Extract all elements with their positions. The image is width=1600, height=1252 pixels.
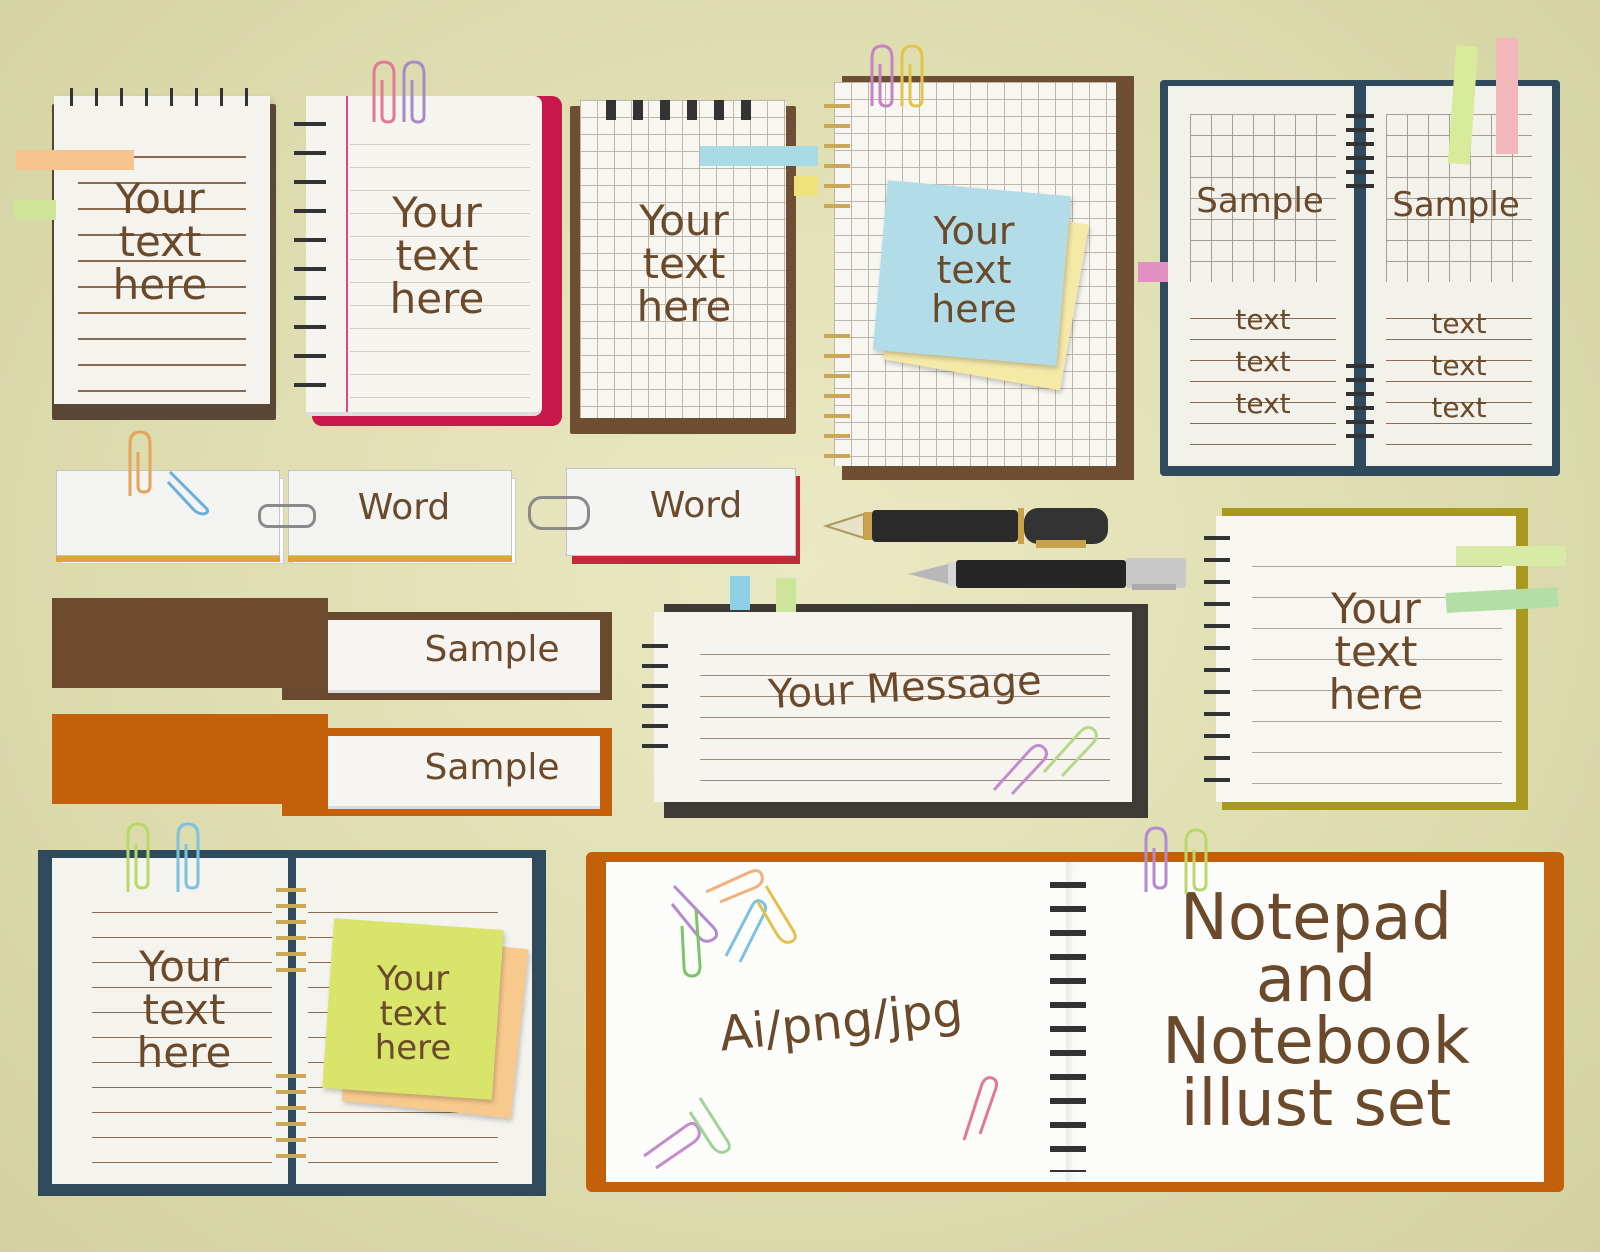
line-text: text: [1431, 391, 1487, 424]
word-label: Word: [649, 485, 743, 526]
index-tab-brown: Sample: [52, 598, 612, 702]
sticky-tab-icon: [700, 146, 818, 166]
index-tab-orange: Sample: [52, 714, 612, 818]
paperclip-icon: [870, 44, 924, 108]
paperclip-icon: [372, 60, 426, 124]
spiral-ring-icon: [70, 88, 260, 106]
sticky-tab-icon: [14, 200, 56, 220]
open-navy-notebook: Your text here Your text here: [38, 850, 546, 1196]
spiral-ring-icon: [1050, 876, 1086, 1172]
fountain-pen-icon: [822, 508, 1108, 548]
line-text: text: [1431, 349, 1487, 382]
sticky-tab-icon: [1496, 38, 1518, 154]
red-side-spiral-notepad: Your text here: [294, 96, 562, 426]
note-text: Your text here: [931, 209, 1017, 331]
sticky-tab-icon: [1456, 546, 1566, 566]
paperclip-icon: [1144, 826, 1208, 894]
tab-label: Sample: [424, 747, 560, 788]
line-text: text: [1235, 303, 1291, 336]
spiral-ring-icon: [824, 330, 850, 460]
sticky-tab-icon: [794, 176, 818, 196]
paperclip-icon: [643, 1097, 731, 1170]
paperclip-icon: [670, 869, 797, 978]
word-card: Word: [566, 468, 802, 564]
line-text: text: [1235, 345, 1291, 378]
title-line: Notebook: [1162, 1005, 1470, 1079]
paperclip-icon: [962, 1076, 998, 1141]
paperclip-icon: [128, 430, 210, 516]
sticky-tab-icon: [16, 150, 134, 170]
spiral-ring-icon: [642, 640, 668, 760]
tab-label: Sample: [424, 629, 560, 670]
spiral-ring-icon: [606, 100, 766, 120]
sticky-tab-icon: [1138, 262, 1168, 282]
spiral-ring-icon: [276, 1070, 306, 1166]
line-text: text: [1431, 307, 1487, 340]
paperclip-icon: [126, 822, 200, 892]
spiral-ring-icon: [528, 496, 590, 530]
page-title: Sample: [1196, 181, 1324, 221]
sticky-tab-icon: [776, 578, 796, 612]
grid-notebook-sticky: Your text here: [824, 76, 1134, 480]
note-text: Your text here: [636, 196, 732, 331]
note-text: Your text here: [389, 188, 485, 323]
note-text: Your text here: [374, 959, 452, 1069]
spiral-ring-icon: [1346, 110, 1374, 190]
spiral-ring-icon: [276, 884, 306, 980]
line-text: text: [1235, 387, 1291, 420]
title-line: illust set: [1180, 1067, 1452, 1141]
note-text: Your text here: [112, 174, 208, 309]
page-title: Sample: [1392, 185, 1520, 225]
spiral-ring-icon: [1346, 360, 1374, 440]
spiral-ring-icon: [824, 100, 850, 220]
spiral-notepad-small: Your text here: [52, 88, 276, 420]
paperclip-icon: [992, 725, 1099, 796]
note-text: Your text here: [136, 942, 232, 1077]
title-line: and: [1255, 943, 1377, 1017]
sticky-tab-icon: [730, 576, 750, 610]
spiral-ring-icon: [1204, 530, 1230, 790]
spiral-ring-icon: [294, 116, 326, 396]
ballpoint-pen-icon: [908, 558, 1186, 590]
word-label: Word: [357, 487, 451, 528]
